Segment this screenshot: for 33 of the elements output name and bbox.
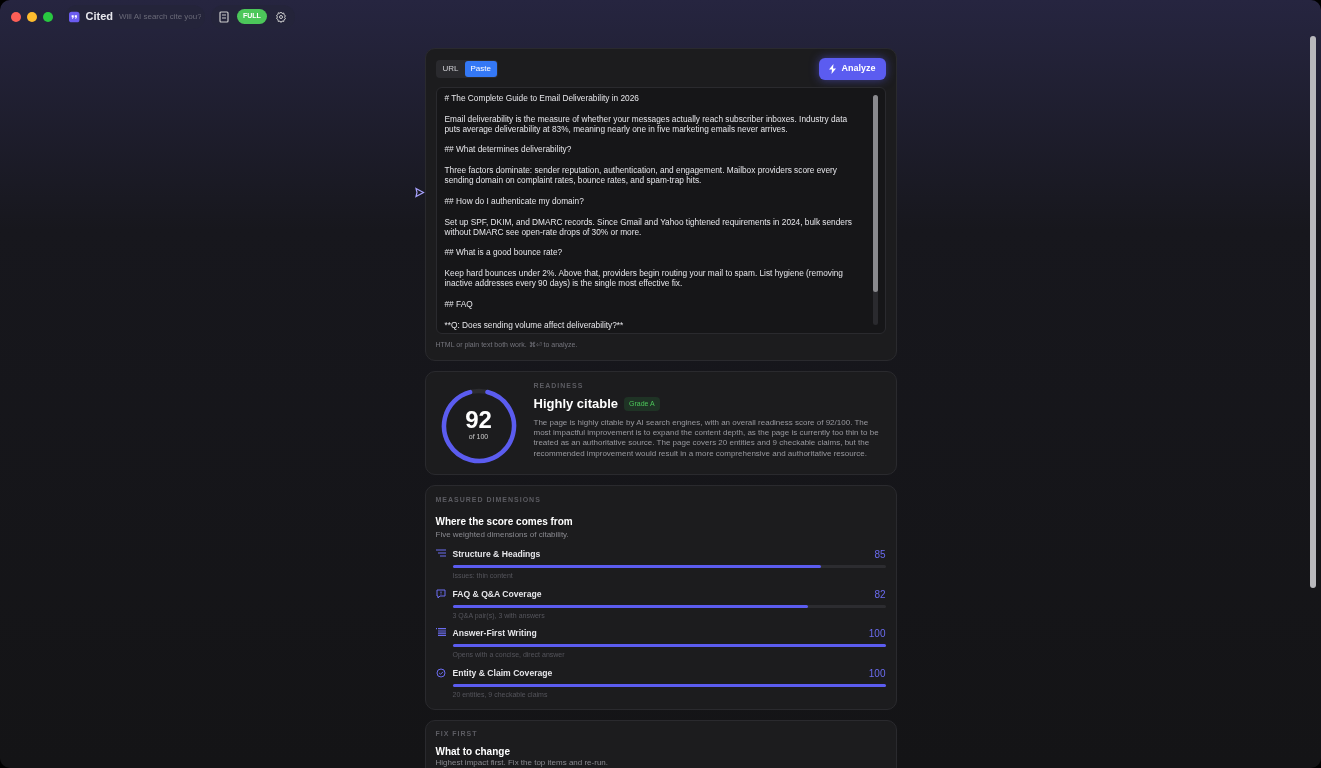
app-name: Cited <box>85 9 113 25</box>
speech-bubble-icon <box>435 588 446 599</box>
readiness-summary: The page is highly citable by AI search engines, with an overall readiness score of 92/100. The most impactful improvement is to expand the content depth, as the page is currently too thin to be treated as an authoritative source. The page covers 20 entities and 9 checkable claims, but the recommended improvement would result in a more comprehensive and authoritative resource. <box>533 417 880 460</box>
send-icon[interactable] <box>414 187 425 198</box>
dimension-name: Answer-First Writing <box>452 627 537 640</box>
content-text-area[interactable]: # The Complete Guide to Email Deliverability in 2026 Email deliverability is the measure of whether your messages actually reach subscriber inboxes. Industry data puts average deliverability at 83%, meaning nearly one in five marketing emails never arrives. ## What determines deliverability? Three factors dominate: sender reputation, authentication, and engagement. Mailbox providers score every sending domain on complaint rates, bounce rates, and spam-trap hits. ## How do I authenticate my domain? Set up SPF, DKIM, and DMARC records. Since Gmail and Yahoo tightened requirements in 2024, bulk senders without DMARC see open-rate drops of 30% or more. ## What is a good bounce rate? Keep hard bounces under 2%. Above that, providers begin routing your mail to spam. List hygiene (removing inactive addresses every 90 days) is the single most effective fix. ## FAQ **Q: Does sending volume affect deliverability?** <box>435 87 886 334</box>
dimension-score: 85 <box>874 548 886 562</box>
minimize-window-button[interactable] <box>27 11 37 22</box>
dimension-score: 100 <box>868 666 886 681</box>
lightning-icon <box>829 64 837 74</box>
settings-icon[interactable] <box>274 10 287 23</box>
section-subtitle: Five weighted dimensions of citability. <box>435 529 570 541</box>
dimension-score: 82 <box>874 587 886 602</box>
zoom-window-button[interactable] <box>43 11 53 22</box>
check-circle-icon <box>435 667 446 678</box>
dimension-score: 100 <box>868 627 886 641</box>
section-title: What to change <box>435 745 511 758</box>
search-input[interactable]: Will AI search cite you? <box>119 10 201 23</box>
score-value: 92 <box>465 408 492 433</box>
dimension-name: Entity & Claim Coverage <box>452 666 553 680</box>
mode-tab[interactable]: Paste <box>464 61 497 77</box>
analyze-button[interactable]: Analyze <box>819 58 886 80</box>
dimension-name: FAQ & Q&A Coverage <box>452 587 542 601</box>
readiness-title: Highly citable <box>533 395 619 413</box>
close-window-button[interactable] <box>11 11 21 22</box>
section-title: Where the score comes from <box>435 515 574 529</box>
text-block-icon <box>435 628 446 636</box>
mode-tab[interactable]: URL <box>436 61 465 77</box>
list-icon <box>435 549 446 557</box>
section-subtitle: Highest impact first. Fix the top items and re-run. <box>435 757 609 768</box>
dimension-name: Structure & Headings <box>452 548 541 561</box>
quote-logo-icon <box>69 10 80 23</box>
book-icon[interactable] <box>219 10 229 23</box>
